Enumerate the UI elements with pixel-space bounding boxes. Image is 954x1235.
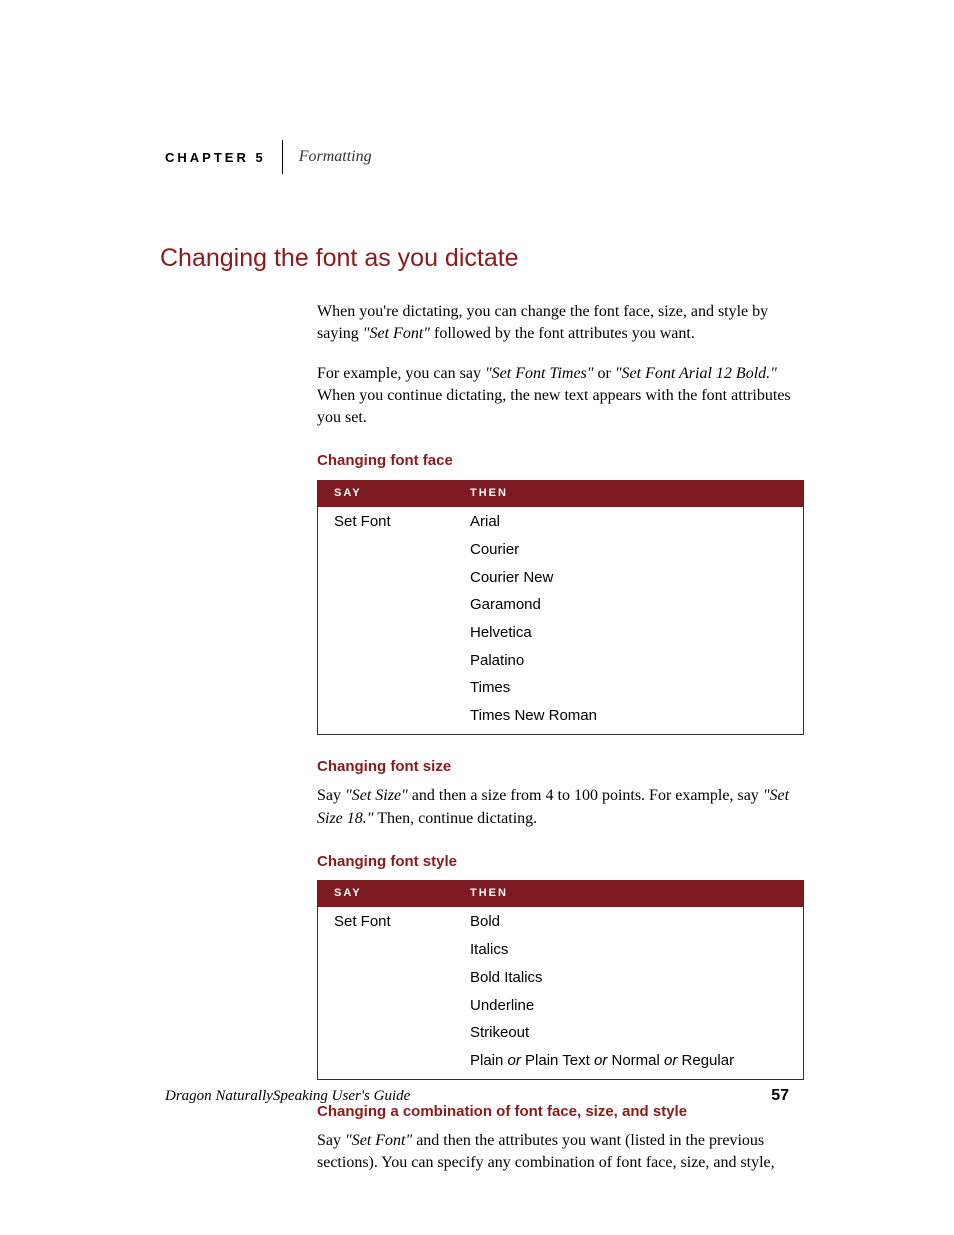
quoted-command: "Set Font"	[363, 325, 430, 342]
table-row: Courier	[318, 535, 804, 563]
text: followed by the font attributes you want…	[430, 325, 695, 342]
font-size-para: Say "Set Size" and then a size from 4 to…	[317, 785, 804, 829]
running-header: CHAPTER 5 Formatting	[165, 140, 804, 174]
heading-1: Changing the font as you dictate	[160, 244, 804, 273]
page-number: 57	[771, 1087, 789, 1105]
subheading-font-face: Changing font face	[317, 451, 804, 472]
table-row: Set FontBold	[318, 907, 804, 935]
font-style-table: Say Then Set FontBold Italics Bold Itali…	[317, 880, 804, 1079]
or-text: or	[503, 1052, 525, 1069]
text: Then, continue dictating.	[374, 810, 538, 827]
page: CHAPTER 5 Formatting Changing the font a…	[0, 0, 954, 1235]
then-cell: Strikeout	[454, 1018, 804, 1046]
text: Say	[317, 787, 345, 804]
subheading-font-size: Changing font size	[317, 757, 804, 778]
table-row: Times New Roman	[318, 701, 804, 734]
text: When you continue dictating, the new tex…	[317, 387, 791, 426]
text: and then a size from 4 to 100 points. Fo…	[408, 787, 763, 804]
text: or	[594, 365, 615, 382]
combination-para: Say "Set Font" and then the attributes y…	[317, 1130, 804, 1174]
table-row: Palatino	[318, 646, 804, 674]
footer-title: Dragon NaturallySpeaking User's Guide	[165, 1088, 410, 1105]
then-cell: Bold Italics	[454, 963, 804, 991]
quoted-command: "Set Font Times"	[485, 365, 594, 382]
quoted-command: "Set Font"	[345, 1132, 412, 1149]
then-cell: Palatino	[454, 646, 804, 674]
then-cell: Times	[454, 673, 804, 701]
then-cell: Arial	[454, 507, 804, 535]
then-cell: Times New Roman	[454, 701, 804, 734]
table-row: Garamond	[318, 590, 804, 618]
content-body: When you're dictating, you can change th…	[317, 301, 804, 1174]
say-cell: Set Font	[318, 907, 455, 935]
chapter-title: Formatting	[299, 148, 372, 166]
say-cell: Set Font	[318, 507, 455, 535]
then-cell: Plain or Plain Text or Normal or Regular	[454, 1046, 804, 1079]
then-cell: Underline	[454, 991, 804, 1019]
intro-para-1: When you're dictating, you can change th…	[317, 301, 804, 345]
then-cell: Italics	[454, 935, 804, 963]
text: Say	[317, 1132, 345, 1149]
or-text: or	[590, 1052, 612, 1069]
quoted-command: "Set Size"	[345, 787, 408, 804]
then-cell: Courier	[454, 535, 804, 563]
table-row: Underline	[318, 991, 804, 1019]
then-cell: Garamond	[454, 590, 804, 618]
then-cell: Helvetica	[454, 618, 804, 646]
table-row: Courier New	[318, 563, 804, 591]
page-footer: Dragon NaturallySpeaking User's Guide 57	[165, 1087, 789, 1105]
col-header-say: Say	[318, 480, 455, 507]
table-row: Strikeout	[318, 1018, 804, 1046]
text: Normal	[612, 1052, 660, 1069]
col-header-then: Then	[454, 880, 804, 907]
then-cell: Bold	[454, 907, 804, 935]
or-text: or	[660, 1052, 682, 1069]
quoted-command: "Set Font Arial 12 Bold."	[615, 365, 777, 382]
subheading-font-style: Changing font style	[317, 852, 804, 873]
col-header-then: Then	[454, 480, 804, 507]
text: Plain Text	[525, 1052, 590, 1069]
vertical-divider	[282, 140, 283, 174]
col-header-say: Say	[318, 880, 455, 907]
table-row: Set FontArial	[318, 507, 804, 535]
table-row: Bold Italics	[318, 963, 804, 991]
text: For example, you can say	[317, 365, 485, 382]
table-row: Helvetica	[318, 618, 804, 646]
table-row: Italics	[318, 935, 804, 963]
table-row: Times	[318, 673, 804, 701]
table-row: Plain or Plain Text or Normal or Regular	[318, 1046, 804, 1079]
chapter-label: CHAPTER 5	[165, 150, 266, 165]
then-cell: Courier New	[454, 563, 804, 591]
intro-para-2: For example, you can say "Set Font Times…	[317, 363, 804, 429]
text: Plain	[470, 1052, 503, 1069]
text: Regular	[682, 1052, 735, 1069]
font-face-table: Say Then Set FontArial Courier Courier N…	[317, 480, 804, 735]
